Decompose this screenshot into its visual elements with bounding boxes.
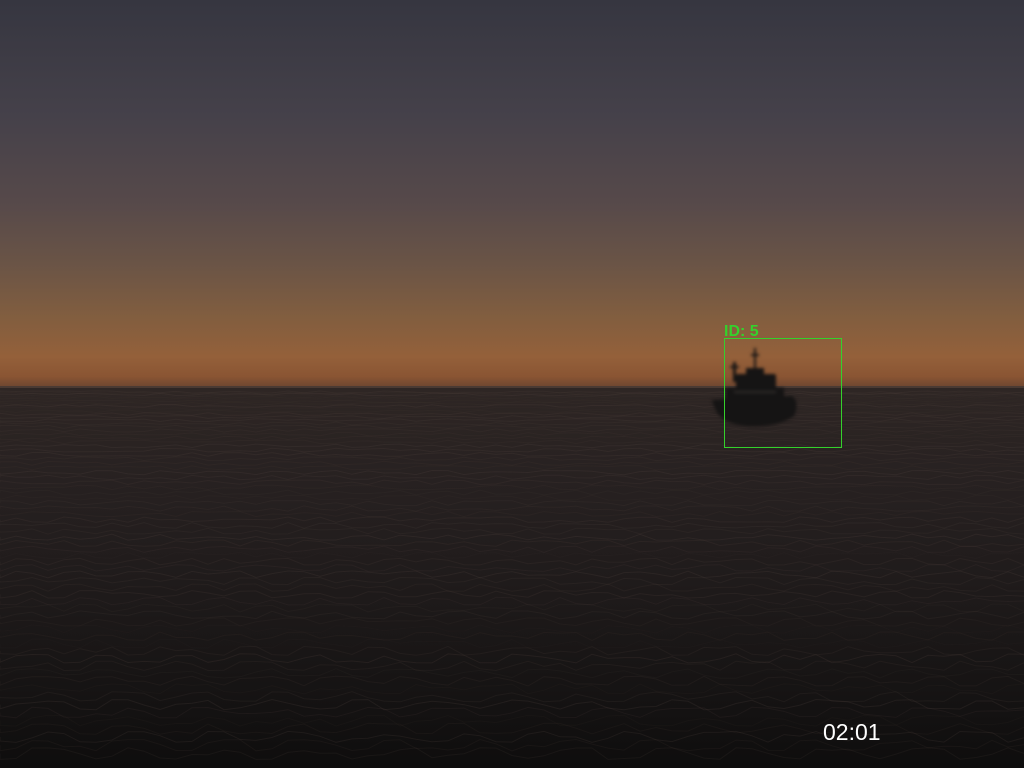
wave-line bbox=[0, 409, 1024, 414]
wave-line bbox=[0, 439, 1024, 445]
wave-line bbox=[0, 564, 1024, 572]
wave-line bbox=[0, 406, 1024, 411]
wave-texture bbox=[0, 390, 1024, 760]
wave-line bbox=[0, 551, 1024, 560]
detection-bounding-box bbox=[724, 338, 842, 448]
wave-line bbox=[0, 428, 1024, 433]
wave-line bbox=[0, 545, 1024, 553]
sky bbox=[0, 0, 1024, 388]
timestamp: 02:01 bbox=[823, 719, 881, 745]
wave-line bbox=[0, 447, 1024, 453]
wave-line bbox=[0, 617, 1024, 627]
wave-line bbox=[0, 557, 1024, 566]
wave-line bbox=[0, 494, 1024, 501]
wave-line bbox=[0, 484, 1024, 491]
wave-line bbox=[0, 533, 1024, 541]
wave-line bbox=[0, 653, 1024, 664]
wave-line bbox=[0, 610, 1024, 620]
sea bbox=[0, 388, 1024, 768]
wave-line bbox=[0, 474, 1024, 481]
wave-line bbox=[0, 424, 1024, 429]
wave-line bbox=[0, 456, 1024, 462]
wave-line bbox=[0, 451, 1024, 457]
wave-line bbox=[0, 505, 1024, 512]
wave-line bbox=[0, 500, 1024, 507]
wave-line bbox=[0, 596, 1024, 606]
wave-line bbox=[0, 683, 1024, 695]
wave-line bbox=[0, 527, 1024, 535]
wave-line bbox=[0, 415, 1024, 419]
wave-line bbox=[0, 570, 1024, 579]
wave-line bbox=[0, 479, 1024, 486]
wave-line bbox=[0, 638, 1024, 649]
wave-line bbox=[0, 510, 1024, 518]
wave-line bbox=[0, 660, 1024, 672]
wave-line bbox=[0, 418, 1024, 423]
wave-line bbox=[0, 460, 1024, 466]
wave-line bbox=[0, 469, 1024, 476]
wave-line bbox=[0, 590, 1024, 599]
wave-line bbox=[0, 522, 1024, 529]
wave-line bbox=[0, 431, 1024, 437]
wave-line bbox=[0, 668, 1024, 679]
wave-line bbox=[0, 516, 1024, 523]
wave-line bbox=[0, 698, 1024, 711]
detection-id-label: ID: 5 bbox=[724, 323, 759, 340]
wave-line bbox=[0, 747, 1024, 760]
wave-line bbox=[0, 624, 1024, 634]
wave-line bbox=[0, 421, 1024, 426]
wave-line bbox=[0, 412, 1024, 416]
wave-line bbox=[0, 583, 1024, 592]
wave-line bbox=[0, 489, 1024, 496]
wave-line bbox=[0, 539, 1024, 547]
camera-view: ID: 5 02:01 bbox=[0, 0, 1024, 768]
wave-line bbox=[0, 465, 1024, 471]
wave-line bbox=[0, 443, 1024, 449]
wave-line bbox=[0, 435, 1024, 441]
wave-line bbox=[0, 576, 1024, 586]
